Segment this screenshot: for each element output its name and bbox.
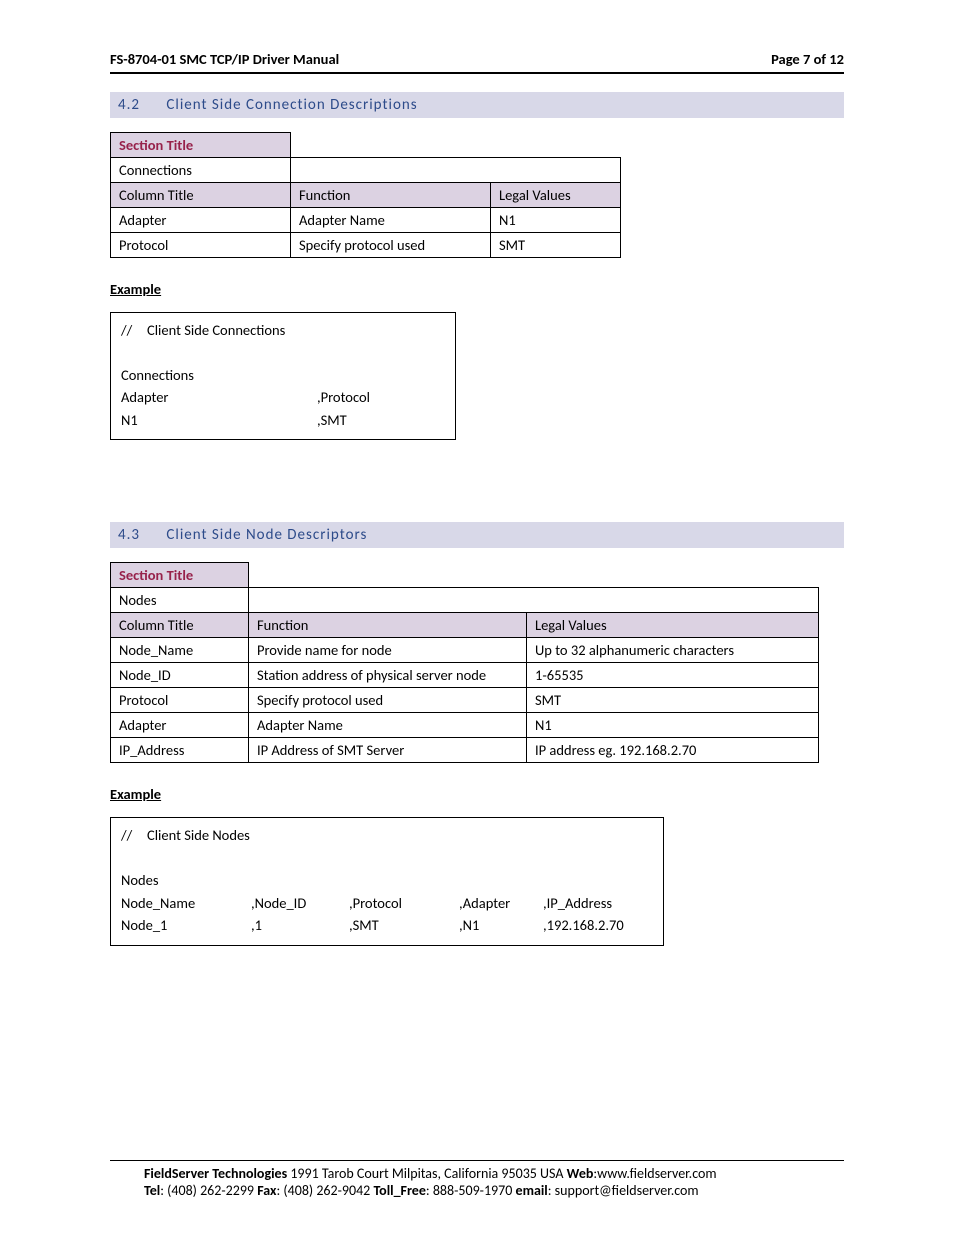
text: ,Node_ID [251,892,349,914]
cell: Adapter [111,713,249,738]
table-4-2-hdr1: Section Title [111,133,621,158]
cell: IP Address of SMT Server [249,738,527,763]
cell: Node_ID [111,663,249,688]
cell: Legal Values [527,613,819,638]
footer-tollfree-label: Toll_Free [373,1182,425,1199]
cell: Column Title [111,613,249,638]
section-4-2-number: 4.2 [118,96,140,114]
footer-tel-label: Tel [144,1182,160,1199]
table-row: Adapter Adapter Name N1 [111,713,819,738]
text: Adapter [121,386,317,408]
cell: N1 [491,208,621,233]
example-4-3-box: // Client Side Nodes Nodes Node_Name ,No… [110,817,664,945]
text: ,SMT [349,914,459,936]
text: // [121,824,147,846]
table-4-3-hdr1: Section Title [111,563,819,588]
text: ,1 [251,914,349,936]
cell: Provide name for node [249,638,527,663]
header-right: Page 7 of 12 [771,50,844,68]
text: Client Side Connections [147,319,285,341]
cell: Adapter [111,208,291,233]
text: Client Side Nodes [147,824,250,846]
footer-fax-label: Fax [257,1182,276,1199]
example-4-3-label: Example [110,785,844,803]
cell: SMT [527,688,819,713]
example-4-2-label: Example [110,280,844,298]
cell: Specify protocol used [249,688,527,713]
header-left: FS-8704-01 SMC TCP/IP Driver Manual [110,50,339,68]
cell-section-title: Section Title [111,563,249,588]
table-row: Protocol Specify protocol used SMT [111,233,621,258]
text: ,Protocol [349,892,459,914]
cell: SMT [491,233,621,258]
cell: N1 [527,713,819,738]
text: Nodes [121,869,653,891]
footer-address: 1991 Tarob Court Milpitas, California 95… [287,1165,566,1182]
text: Node_1 [121,914,251,936]
cell: Function [291,183,491,208]
table-row: IP_Address IP Address of SMT Server IP a… [111,738,819,763]
cell: Node_Name [111,638,249,663]
table-4-3: Section Title Nodes Column Title Functio… [110,562,819,763]
footer-email-value: : support@fieldserver.com [548,1182,699,1199]
cell: IP_Address [111,738,249,763]
cell: Up to 32 alphanumeric characters [527,638,819,663]
text: ,Adapter [459,892,543,914]
cell: Specify protocol used [291,233,491,258]
cell: Adapter Name [249,713,527,738]
table-row: Node_ID Station address of physical serv… [111,663,819,688]
cell-section-title: Section Title [111,133,291,158]
cell: Station address of physical server node [249,663,527,688]
cell: Adapter Name [291,208,491,233]
text: ,Protocol [317,386,370,408]
text: ,N1 [459,914,543,936]
text: // [121,319,147,341]
table-4-2-hdr2: Column Title Function Legal Values [111,183,621,208]
section-4-2-title: Client Side Connection Descriptions [166,96,417,114]
text: N1 [121,409,317,431]
cell: Protocol [111,688,249,713]
text: ,IP_Address [543,892,612,914]
text: Connections [121,364,445,386]
text: ,192.168.2.70 [543,914,624,936]
footer-web-label: Web [567,1165,594,1182]
table-4-2: Section Title Connections Column Title F… [110,132,621,258]
footer-tollfree-value: : 888-509-1970 [426,1182,516,1199]
section-4-3-heading: 4.3 Client Side Node Descriptors [110,522,844,548]
cell: Connections [111,158,291,183]
cell: Legal Values [491,183,621,208]
table-row: Node_Name Provide name for node Up to 32… [111,638,819,663]
footer-email-label: email [516,1182,548,1199]
footer-fax-value: : (408) 262-9042 [276,1182,373,1199]
footer-tel-value: : (408) 262-2299 [160,1182,257,1199]
text: ,SMT [317,409,347,431]
cell: Protocol [111,233,291,258]
table-4-3-sectionval: Nodes [111,588,819,613]
cell: 1-65535 [527,663,819,688]
text: Node_Name [121,892,251,914]
example-4-2-box: // Client Side Connections Connections A… [110,312,456,440]
section-4-3-title: Client Side Node Descriptors [166,526,367,544]
table-4-2-sectionval: Connections [111,158,621,183]
table-4-3-hdr2: Column Title Function Legal Values [111,613,819,638]
cell: Function [249,613,527,638]
footer-company: FieldServer Technologies [144,1165,287,1182]
cell: Column Title [111,183,291,208]
section-4-3-number: 4.3 [118,526,140,544]
footer-web-value: :www.fieldserver.com [593,1165,716,1182]
page-footer: FieldServer Technologies 1991 Tarob Cour… [110,1160,844,1199]
table-row: Adapter Adapter Name N1 [111,208,621,233]
cell: IP address eg. 192.168.2.70 [527,738,819,763]
cell: Nodes [111,588,249,613]
page-header: FS-8704-01 SMC TCP/IP Driver Manual Page… [110,50,844,74]
section-4-2-heading: 4.2 Client Side Connection Descriptions [110,92,844,118]
table-row: Protocol Specify protocol used SMT [111,688,819,713]
